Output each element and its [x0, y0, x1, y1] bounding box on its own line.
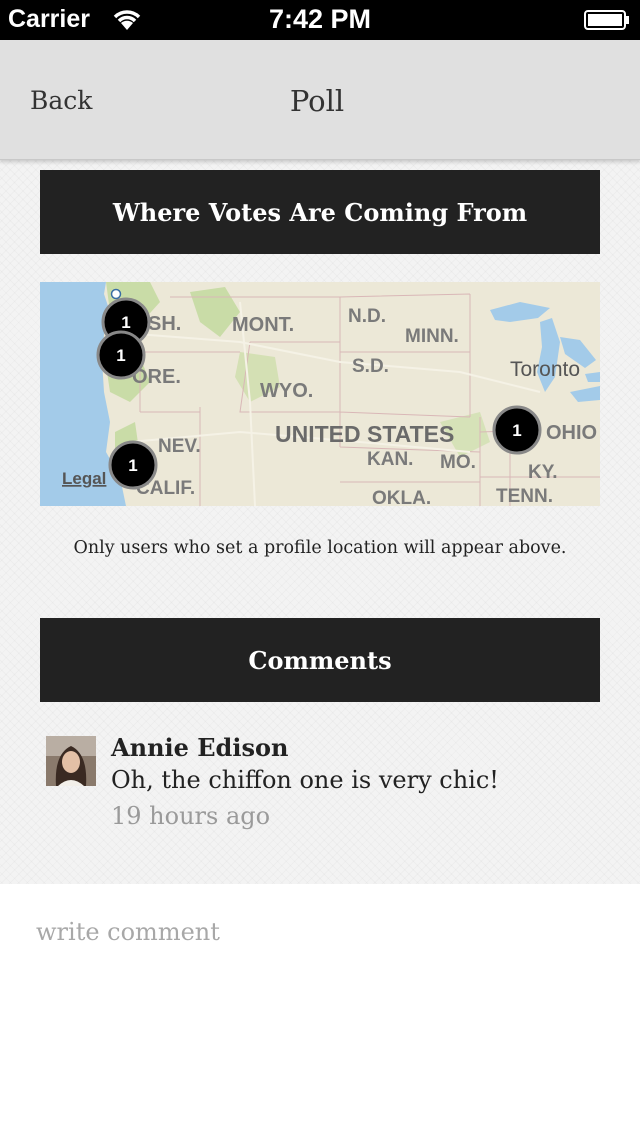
- status-time: 7:42 PM: [268, 4, 372, 34]
- comment-input[interactable]: [36, 912, 606, 952]
- comment-composer: [0, 884, 640, 1136]
- map-pin-oregon[interactable]: 1: [96, 330, 146, 380]
- map-pin-ohio[interactable]: 1: [492, 405, 542, 455]
- battery-icon: [584, 10, 629, 30]
- map-label-wyo: WYO.: [260, 380, 313, 402]
- comments-section-title: Comments: [248, 645, 392, 675]
- comment-text: Oh, the chiffon one is very chic!: [111, 766, 499, 794]
- votes-section-title: Where Votes Are Coming From: [112, 197, 528, 227]
- map-pin-count: 1: [512, 421, 521, 440]
- votes-section-header: Where Votes Are Coming From: [40, 170, 600, 254]
- map-pin-count: 1: [128, 456, 137, 475]
- comments-section-header: Comments: [40, 618, 600, 702]
- map-label-nev: NEV.: [158, 436, 201, 457]
- map-pin-count: 1: [121, 313, 130, 332]
- map-pin-california[interactable]: 1: [108, 440, 158, 490]
- map-label-sd: S.D.: [352, 356, 389, 377]
- map-note: Only users who set a profile location wi…: [73, 538, 567, 558]
- city-marker-icon: [110, 288, 122, 300]
- page-title: Poll: [289, 84, 345, 118]
- status-bar: Carrier 7:42 PM: [0, 0, 640, 40]
- map-label-minn: MINN.: [405, 326, 459, 347]
- map-label-toronto: Toronto: [510, 358, 580, 381]
- map-label-wash: SH.: [148, 313, 181, 335]
- map-label-kan: KAN.: [367, 449, 413, 470]
- map-label-ky: KY.: [528, 462, 558, 483]
- navigation-bar: Back Poll: [0, 40, 640, 160]
- comment-author[interactable]: Annie Edison: [111, 733, 288, 762]
- map-label-ohio: OHIO: [546, 422, 597, 444]
- comment-timestamp: 19 hours ago: [111, 802, 271, 830]
- map-label-mo: MO.: [440, 452, 476, 473]
- avatar[interactable]: [46, 736, 96, 786]
- votes-map[interactable]: MONT. N.D. MINN. S.D. WYO. UNITED STATES…: [40, 282, 600, 506]
- map-legal-link[interactable]: Legal: [62, 469, 106, 488]
- map-pin-count: 1: [116, 346, 125, 365]
- map-label-tenn: TENN.: [496, 486, 553, 506]
- map-label-okla: OKLA.: [372, 488, 431, 506]
- map-label-nd: N.D.: [348, 306, 386, 327]
- map-label-united-states: UNITED STATES: [275, 421, 454, 447]
- map-label-mont: MONT.: [232, 314, 294, 336]
